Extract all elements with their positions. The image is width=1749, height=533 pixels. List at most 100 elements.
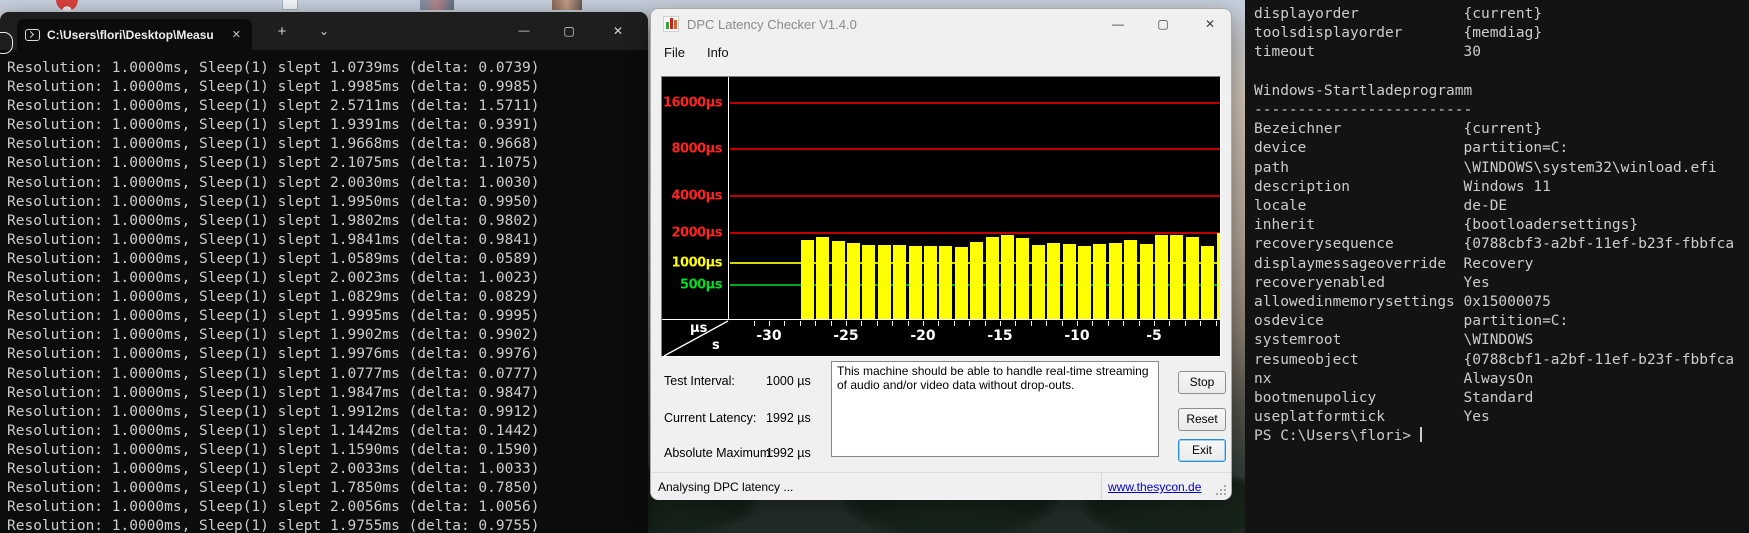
- terminal-line: Resolution: 1.0000ms, Sleep(1) slept 2.5…: [7, 97, 648, 116]
- new-tab-button[interactable]: +: [268, 12, 296, 50]
- x-axis-tick: [846, 321, 847, 326]
- latency-bar: [862, 245, 875, 319]
- chart-x-axis: -30-25-20-15-10-5: [730, 320, 1220, 357]
- x-axis-tick: [938, 321, 939, 326]
- reset-button[interactable]: Reset: [1178, 408, 1226, 431]
- x-axis-tick: [1031, 321, 1032, 326]
- dpc-window-title: DPC Latency Checker V1.4.0: [687, 17, 857, 32]
- terminal-window: C:\Users\flori\Desktop\Measu ✕ + ⌄ — ▢ ✕…: [0, 12, 648, 533]
- menu-item-file[interactable]: File: [664, 45, 685, 60]
- terminal-output: Resolution: 1.0000ms, Sleep(1) slept 1.0…: [0, 50, 648, 533]
- terminal-maximize-button[interactable]: ▢: [551, 12, 587, 50]
- x-axis-tick: [892, 321, 893, 326]
- terminal-tab-bar: C:\Users\flori\Desktop\Measu ✕ + ⌄ — ▢ ✕: [0, 12, 648, 50]
- gridline-8000: [730, 148, 1220, 150]
- dpc-assessment-textbox[interactable]: This machine should be able to handle re…: [831, 361, 1159, 457]
- powershell-prompt: PS C:\Users\flori>: [1254, 427, 1749, 446]
- chart-plot-area: [730, 77, 1220, 319]
- powershell-line: nx AlwaysOn: [1254, 370, 1749, 389]
- x-axis-label--15: -15: [987, 328, 1012, 344]
- terminal-line: Resolution: 1.0000ms, Sleep(1) slept 1.0…: [7, 288, 648, 307]
- terminal-line: Resolution: 1.0000ms, Sleep(1) slept 2.0…: [7, 174, 648, 193]
- x-axis-tick: [831, 321, 832, 326]
- stat-value: 1992 µs: [766, 411, 811, 425]
- recycle-app-icon-fragment: [56, 0, 78, 11]
- x-axis-tick: [769, 321, 770, 326]
- stat-value: 1992 µs: [766, 446, 811, 460]
- latency-bar: [1140, 244, 1153, 319]
- terminal-line: Resolution: 1.0000ms, Sleep(1) slept 1.9…: [7, 326, 648, 345]
- dpc-title-bar: DPC Latency Checker V1.4.0: [651, 9, 1231, 39]
- dpc-minimize-button[interactable]: —: [1102, 9, 1134, 39]
- y-axis-label-16000: 16000µs: [663, 96, 722, 111]
- latency-bar: [1217, 233, 1220, 319]
- terminal-close-button[interactable]: ✕: [598, 12, 638, 50]
- powershell-line: bootmenupolicy Standard: [1254, 389, 1749, 408]
- terminal-line: Resolution: 1.0000ms, Sleep(1) slept 1.0…: [7, 365, 648, 384]
- latency-bar: [1186, 237, 1199, 319]
- dpc-maximize-button[interactable]: ▢: [1147, 9, 1179, 39]
- powershell-line: Windows-Startladeprogramm: [1254, 82, 1749, 101]
- menu-item-info[interactable]: Info: [707, 45, 729, 60]
- latency-bar: [1170, 235, 1183, 319]
- thesycon-link[interactable]: www.thesycon.de: [1108, 480, 1201, 494]
- stat-label: Absolute Maximum:: [664, 446, 774, 460]
- terminal-minimize-button[interactable]: —: [506, 12, 542, 50]
- dpc-close-button[interactable]: ✕: [1194, 9, 1226, 39]
- terminal-line: Resolution: 1.0000ms, Sleep(1) slept 1.0…: [7, 250, 648, 269]
- tab-dropdown-button[interactable]: ⌄: [310, 12, 338, 50]
- chart-axis-units-corner: µs s: [662, 320, 729, 357]
- terminal-tab[interactable]: C:\Users\flori\Desktop\Measu ✕: [17, 19, 252, 50]
- powershell-pane: displayorder {current}toolsdisplayorder …: [1245, 0, 1749, 533]
- terminal-line: Resolution: 1.0000ms, Sleep(1) slept 1.7…: [7, 479, 648, 498]
- dpc-status-text: Analysing DPC latency ...: [658, 480, 793, 494]
- x-axis-tick: [908, 321, 909, 326]
- stop-button[interactable]: Stop: [1178, 371, 1226, 394]
- x-axis-tick: [1108, 321, 1109, 326]
- latency-bar: [909, 246, 922, 319]
- powershell-line: [1254, 63, 1749, 82]
- x-axis-tick: [1015, 321, 1016, 326]
- gridline-4000: [730, 195, 1220, 197]
- stat-value: 1000 µs: [766, 374, 811, 388]
- x-axis-tick: [754, 321, 755, 326]
- x-axis-label--10: -10: [1064, 328, 1089, 344]
- powershell-line: toolsdisplayorder {memdiag}: [1254, 24, 1749, 43]
- dpc-app-icon: [663, 16, 679, 32]
- x-axis-tick: [1185, 321, 1186, 326]
- powershell-line: device partition=C:: [1254, 139, 1749, 158]
- x-axis-tick: [923, 321, 924, 326]
- latency-bar: [893, 245, 906, 319]
- text-cursor: [1420, 427, 1422, 442]
- document-icon-fragment: [282, 0, 298, 10]
- x-axis-label--30: -30: [756, 328, 781, 344]
- dpc-status-link-panel: www.thesycon.de: [1101, 473, 1211, 500]
- terminal-line: Resolution: 1.0000ms, Sleep(1) slept 1.1…: [7, 441, 648, 460]
- powershell-line: -------------------------: [1254, 101, 1749, 120]
- tab-close-icon[interactable]: ✕: [229, 28, 244, 41]
- latency-bar: [1016, 238, 1029, 319]
- y-axis-label-500: 500µs: [680, 278, 722, 293]
- powershell-line: path \WINDOWS\system32\winload.efi: [1254, 159, 1749, 178]
- exit-button[interactable]: Exit: [1178, 439, 1226, 462]
- powershell-line: osdevice partition=C:: [1254, 312, 1749, 331]
- latency-bar: [1093, 244, 1106, 319]
- powershell-line: timeout 30: [1254, 43, 1749, 62]
- x-axis-tick: [800, 321, 801, 326]
- powershell-line: resumeobject {0788cbf1-a2bf-11ef-b23f-fb…: [1254, 351, 1749, 370]
- x-axis-tick: [1200, 321, 1201, 326]
- gridline-2000: [730, 232, 1220, 234]
- x-axis-tick: [1154, 321, 1155, 326]
- y-axis-label-2000: 2000µs: [672, 226, 723, 241]
- terminal-line: Resolution: 1.0000ms, Sleep(1) slept 1.9…: [7, 212, 648, 231]
- terminal-line: Resolution: 1.0000ms, Sleep(1) slept 1.9…: [7, 345, 648, 364]
- resize-grip[interactable]: [1216, 485, 1226, 495]
- powershell-line: description Windows 11: [1254, 178, 1749, 197]
- powershell-line: recoverysequence {0788cbf3-a2bf-11ef-b23…: [1254, 235, 1749, 254]
- terminal-line: Resolution: 1.0000ms, Sleep(1) slept 1.9…: [7, 78, 648, 97]
- latency-bar: [955, 247, 968, 319]
- terminal-line: Resolution: 1.0000ms, Sleep(1) slept 1.0…: [7, 59, 648, 78]
- powershell-line: systemroot \WINDOWS: [1254, 331, 1749, 350]
- latency-bar: [847, 243, 860, 319]
- x-axis-tick: [1216, 321, 1217, 326]
